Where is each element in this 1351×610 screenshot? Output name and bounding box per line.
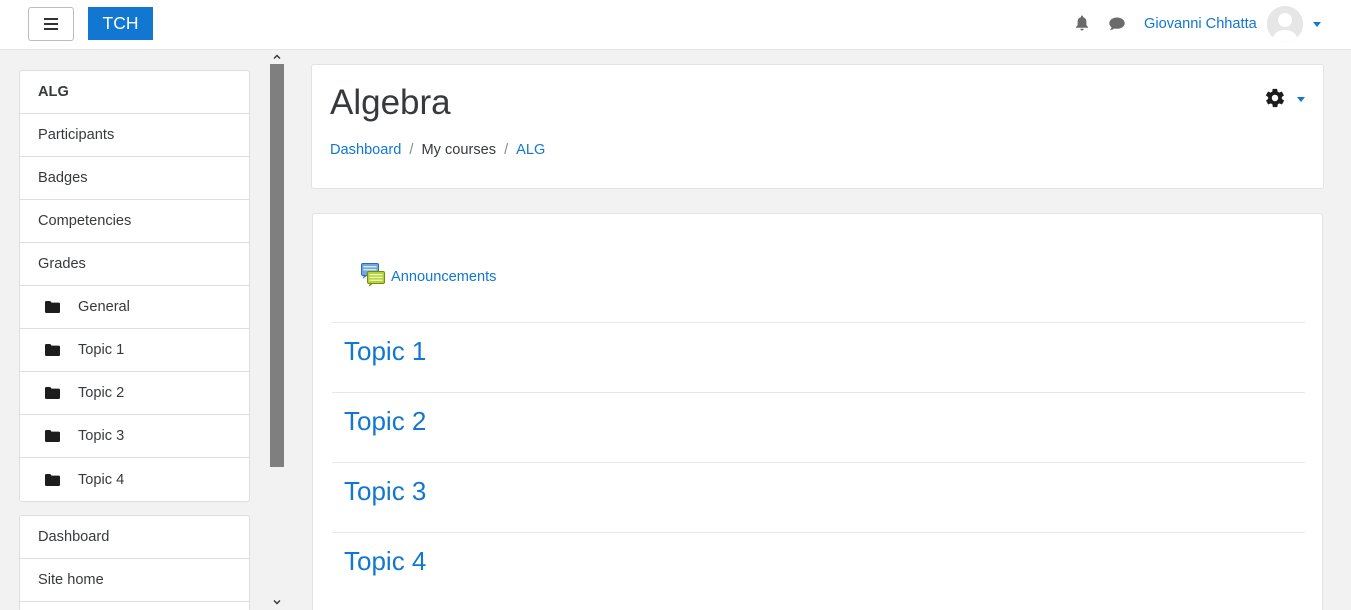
user-silhouette-icon bbox=[1267, 6, 1303, 42]
site-brand-button[interactable]: TCH bbox=[88, 7, 153, 40]
section-title-topic-1[interactable]: Topic 1 bbox=[344, 336, 426, 367]
course-section: Topic 4 bbox=[332, 532, 1305, 602]
announcements-link[interactable]: Announcements bbox=[391, 269, 496, 285]
nav-item-badges[interactable]: Badges bbox=[20, 157, 249, 200]
breadcrumb-separator: / bbox=[504, 142, 509, 158]
folder-icon bbox=[45, 344, 60, 356]
course-section: Topic 2 bbox=[332, 392, 1305, 462]
course-section: Topic 3 bbox=[332, 462, 1305, 532]
scrollbar-thumb[interactable] bbox=[270, 64, 284, 467]
forum-icon bbox=[361, 263, 385, 287]
drawer-scrollbar[interactable] bbox=[270, 50, 284, 610]
nav-item-topic-2[interactable]: Topic 2 bbox=[20, 372, 249, 415]
nav-item-label: Topic 2 bbox=[78, 385, 125, 401]
nav-item-label: Participants bbox=[38, 127, 115, 143]
folder-icon bbox=[45, 430, 60, 442]
nav-item-competencies[interactable]: Competencies bbox=[20, 200, 249, 243]
gear-icon[interactable] bbox=[1264, 87, 1286, 109]
folder-icon bbox=[45, 387, 60, 399]
nav-item-label: Badges bbox=[38, 170, 88, 186]
nav-item-label: Site home bbox=[38, 572, 104, 588]
breadcrumb-course[interactable]: ALG bbox=[516, 142, 545, 158]
breadcrumb: Dashboard / My courses / ALG bbox=[330, 142, 545, 158]
course-nav-block: ALG Participants Badges Competencies Gra… bbox=[19, 70, 250, 502]
scroll-down-icon[interactable] bbox=[272, 597, 282, 607]
chat-icon[interactable] bbox=[1108, 15, 1126, 33]
page-header: Algebra Dashboard / My courses / ALG bbox=[311, 64, 1324, 189]
scroll-up-icon[interactable] bbox=[272, 52, 282, 62]
section-title-topic-3[interactable]: Topic 3 bbox=[344, 476, 426, 507]
breadcrumb-dashboard[interactable]: Dashboard bbox=[330, 142, 401, 158]
nav-item-label: Topic 4 bbox=[78, 471, 125, 488]
top-navbar: TCH Giovanni Chhatta bbox=[0, 0, 1351, 50]
avatar[interactable] bbox=[1267, 6, 1303, 42]
nav-item-topic-4[interactable]: Topic 4 bbox=[20, 458, 249, 501]
menu-icon bbox=[44, 18, 58, 31]
nav-item-label: Grades bbox=[38, 256, 86, 272]
breadcrumb-separator: / bbox=[409, 142, 414, 158]
nav-item-topic-3[interactable]: Topic 3 bbox=[20, 415, 249, 458]
folder-icon bbox=[45, 473, 60, 486]
bell-icon[interactable] bbox=[1073, 14, 1091, 32]
announcements-activity[interactable]: Announcements bbox=[361, 263, 496, 287]
menu-toggle-button[interactable] bbox=[28, 7, 74, 41]
nav-item-dashboard[interactable]: Dashboard bbox=[20, 516, 249, 559]
chevron-down-icon[interactable] bbox=[1313, 22, 1321, 27]
section-title-topic-4[interactable]: Topic 4 bbox=[344, 546, 426, 577]
nav-item-site-home[interactable]: Site home bbox=[20, 559, 249, 602]
nav-item-general[interactable]: General bbox=[20, 286, 249, 329]
section-title-topic-2[interactable]: Topic 2 bbox=[344, 406, 426, 437]
nav-item-label: General bbox=[78, 299, 130, 315]
nav-item-participants[interactable]: Participants bbox=[20, 114, 249, 157]
user-menu-name[interactable]: Giovanni Chhatta bbox=[1144, 16, 1257, 32]
chevron-down-icon[interactable] bbox=[1297, 97, 1305, 102]
nav-item-label: ALG bbox=[38, 84, 69, 100]
breadcrumb-my-courses: My courses bbox=[421, 142, 497, 158]
course-section: Topic 1 bbox=[332, 322, 1305, 392]
nav-item-label: Topic 1 bbox=[78, 342, 125, 358]
nav-item-label: Competencies bbox=[38, 213, 132, 229]
nav-item-grades[interactable]: Grades bbox=[20, 243, 249, 286]
nav-item-course[interactable]: ALG bbox=[20, 71, 249, 114]
nav-item-topic-1[interactable]: Topic 1 bbox=[20, 329, 249, 372]
site-nav-block: Dashboard Site home bbox=[19, 515, 250, 610]
course-content: Announcements Topic 1 Topic 2 Topic 3 To… bbox=[312, 213, 1323, 610]
nav-drawer: ALG Participants Badges Competencies Gra… bbox=[0, 50, 270, 610]
nav-item-label: Topic 3 bbox=[78, 428, 125, 444]
page-title: Algebra bbox=[330, 83, 451, 122]
nav-item-label: Dashboard bbox=[38, 529, 110, 545]
folder-icon bbox=[45, 301, 60, 313]
